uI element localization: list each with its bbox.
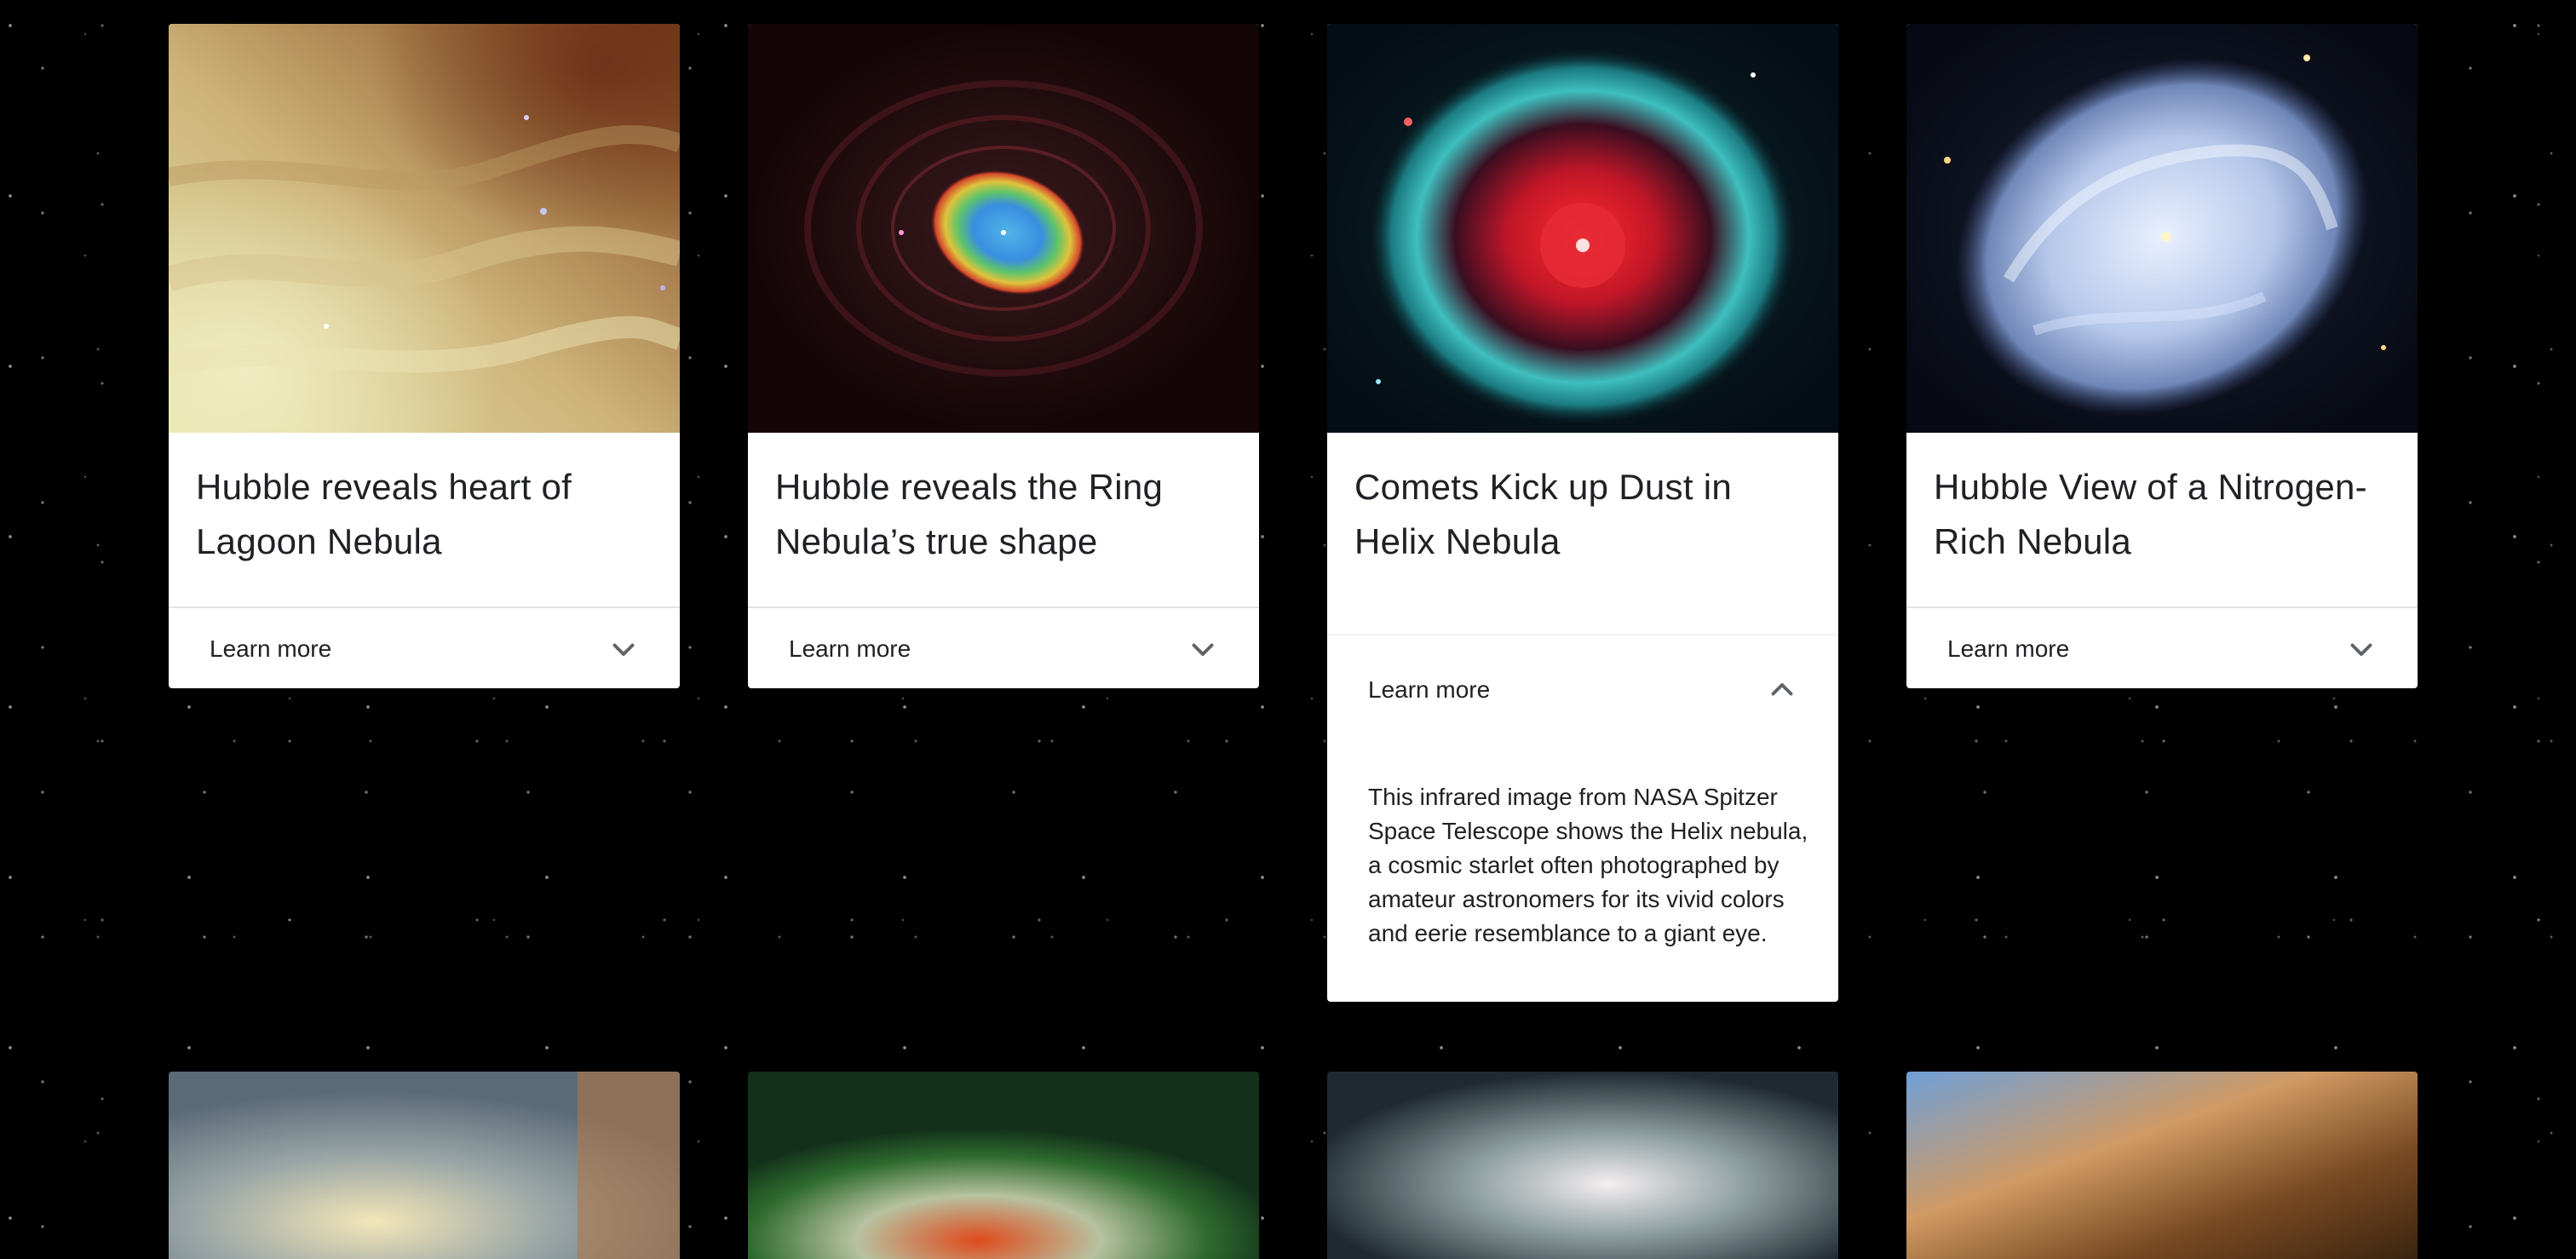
card-image-row2-3 (1327, 1072, 1838, 1259)
card-image-row2-1 (169, 1072, 680, 1259)
divider (1327, 634, 1838, 635)
card-title: Comets Kick up Dust in Helix Nebula (1354, 467, 1733, 561)
learn-more-toggle[interactable]: Learn more (748, 608, 1259, 688)
learn-more-toggle[interactable]: Learn more (1327, 649, 1838, 731)
card-image-row2-4 (1906, 1072, 2418, 1259)
lagoon-nebula-image (169, 24, 680, 433)
learn-more-toggle[interactable]: Learn more (1906, 608, 2418, 688)
card-nitrogen-rich-nebula: Hubble View of a Nitrogen-Rich Nebula Le… (1906, 24, 2418, 688)
helix-nebula-image (1327, 24, 1838, 433)
nitrogen-rich-nebula-image (1906, 24, 2418, 433)
learn-more-toggle[interactable]: Learn more (169, 608, 680, 688)
card-description: This infrared image from NASA Spitzer Sp… (1368, 784, 1808, 946)
card-title: Hubble View of a Nitrogen-Rich Nebula (1934, 467, 2367, 561)
chevron-down-icon (612, 643, 635, 656)
card-lagoon-nebula: Hubble reveals heart of Lagoon Nebula Le… (169, 24, 680, 688)
chevron-down-icon (2350, 643, 2372, 656)
card-title: Hubble reveals heart of Lagoon Nebula (196, 467, 572, 561)
ring-nebula-image (748, 24, 1259, 433)
learn-more-label: Learn more (1947, 635, 2070, 662)
card-ring-nebula: Hubble reveals the Ring Nebula’s true sh… (748, 24, 1259, 688)
card-image-row2-2 (748, 1072, 1259, 1259)
card-helix-nebula: Comets Kick up Dust in Helix Nebula Lear… (1327, 24, 1838, 1002)
learn-more-label: Learn more (210, 635, 332, 662)
card-title: Hubble reveals the Ring Nebula’s true sh… (775, 467, 1164, 561)
chevron-up-icon (1771, 683, 1793, 696)
learn-more-label: Learn more (1368, 676, 1491, 703)
chevron-down-icon (1192, 643, 1214, 656)
learn-more-label: Learn more (789, 635, 911, 662)
